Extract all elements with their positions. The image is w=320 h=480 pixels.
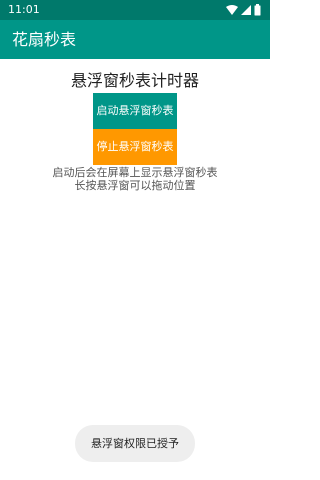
description-line-1: 启动后会在屏幕上显示悬浮窗秒表 [52, 166, 218, 179]
status-time: 11:01 [8, 3, 40, 16]
start-floating-stopwatch-button[interactable]: 启动悬浮窗秒表 [93, 93, 177, 129]
description-line-2: 长按悬浮窗可以拖动位置 [74, 179, 196, 192]
status-icons [226, 4, 264, 16]
app-bar: 花扇秒表 [0, 20, 270, 59]
wifi-icon [226, 5, 238, 15]
signal-icon [241, 5, 251, 15]
stop-floating-stopwatch-button[interactable]: 停止悬浮窗秒表 [93, 129, 177, 165]
toast-message: 悬浮窗权限已授予 [75, 425, 195, 462]
status-bar: 11:01 [0, 0, 270, 20]
page-heading: 悬浮窗秒表计时器 [70, 71, 199, 90]
app-title: 花扇秒表 [12, 30, 77, 49]
battery-icon [254, 4, 261, 16]
